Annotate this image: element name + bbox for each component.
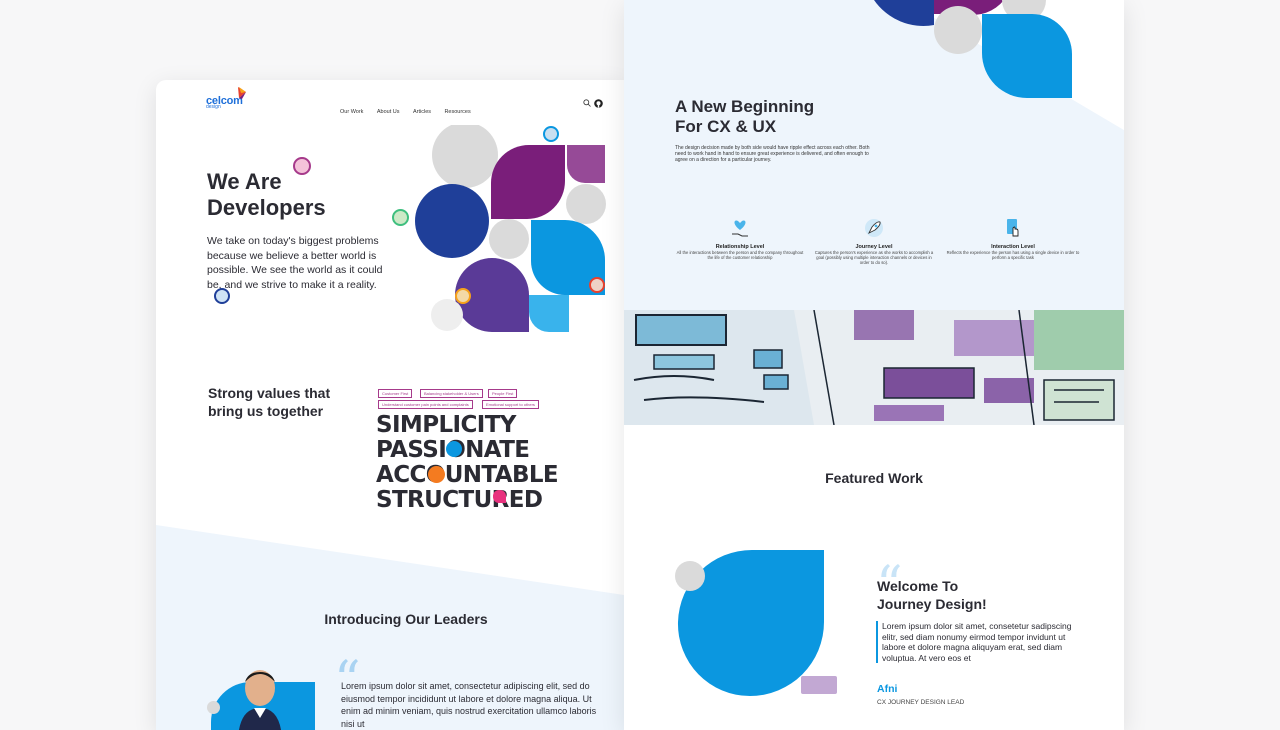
- beginning-description: The design decision made by both side wo…: [675, 145, 870, 163]
- blue-dot: [446, 441, 462, 457]
- github-icon[interactable]: [594, 99, 603, 108]
- brand-logo[interactable]: celcom design: [206, 87, 246, 110]
- nav-our-work[interactable]: Our Work: [340, 109, 363, 115]
- nav-articles[interactable]: Articles: [413, 109, 431, 115]
- level-relationship: Relationship Level All the interactions …: [674, 218, 806, 260]
- value-tag: Balancing stakeholder & Users: [420, 389, 483, 398]
- search-icon[interactable]: [583, 99, 591, 107]
- top-nav: Our Work About Us Articles Resources: [340, 100, 480, 118]
- heart-hand-icon: [732, 220, 748, 237]
- tap-icon: [1007, 219, 1019, 237]
- featured-description: Lorem ipsum dolor sit amet, consetetur s…: [882, 621, 1072, 663]
- value-word-structured: STRUCTURED: [376, 487, 543, 513]
- level-journey: Journey Level Captures the person's expe…: [812, 218, 936, 265]
- value-word-accountable: ACCOUNTABLE: [376, 462, 559, 488]
- level-interaction: Interaction Level Reflects the experienc…: [944, 218, 1082, 260]
- value-tag: People First: [488, 389, 518, 398]
- hero-title-line1: We Are: [207, 169, 282, 194]
- value-tag: Customer First: [378, 389, 413, 398]
- decor-dot: [207, 701, 220, 714]
- top-shapes-illustration: [874, 0, 1072, 98]
- featured-title-line2: Journey Design!: [877, 596, 987, 612]
- value-tag: Emotional support to others: [482, 400, 539, 409]
- journey-page-mockup: A New Beginning For CX & UX The design d…: [624, 0, 1124, 730]
- avatar: [543, 126, 559, 142]
- wireframe-sketch-photo: [624, 310, 1124, 425]
- nav-about-us[interactable]: About Us: [377, 109, 400, 115]
- rocket-icon: [865, 219, 883, 237]
- featured-title-line1: Welcome To: [877, 578, 959, 594]
- featured-illustration: [675, 550, 837, 696]
- value-word-simplicity: SIMPLICITY: [376, 412, 516, 438]
- nav-resources[interactable]: Resources: [444, 109, 470, 115]
- value-tag: Understand customer pain points and comp…: [378, 400, 473, 409]
- avatar: [293, 157, 311, 175]
- hero-description: We take on today's biggest problems beca…: [207, 235, 383, 291]
- level-description: Reflects the experience the person has u…: [946, 250, 1080, 260]
- level-description: Captures the person's experience as she …: [814, 250, 934, 265]
- featured-heading: Featured Work: [825, 470, 923, 486]
- hero-shapes-illustration: [415, 125, 606, 332]
- leader-quote: Lorem ipsum dolor sit amet, consectetur …: [341, 681, 597, 729]
- leaders-heading: Introducing Our Leaders: [324, 611, 488, 627]
- avatar: [589, 277, 605, 293]
- beginning-title-line1: A New Beginning: [675, 97, 815, 116]
- featured-author-role: CX JOURNEY DESIGN LEAD: [877, 699, 965, 706]
- homepage-mockup: celcom design Our Work About Us Articles…: [156, 80, 624, 730]
- leader-photo: [238, 670, 282, 730]
- values-heading-line2: bring us together: [208, 403, 324, 419]
- level-description: All the interactions between the person …: [676, 250, 804, 260]
- orange-dot: [428, 466, 445, 483]
- pink-dot: [493, 490, 506, 503]
- quote-bar: [876, 621, 878, 663]
- hero-title-line2: Developers: [207, 195, 326, 220]
- featured-author: Afni: [877, 683, 898, 695]
- logo-mark-icon: [238, 87, 246, 99]
- avatar: [392, 209, 409, 226]
- avatar: [455, 288, 471, 304]
- beginning-title-line2: For CX & UX: [675, 117, 777, 136]
- values-heading-line1: Strong values that: [208, 385, 331, 401]
- avatar: [214, 288, 230, 304]
